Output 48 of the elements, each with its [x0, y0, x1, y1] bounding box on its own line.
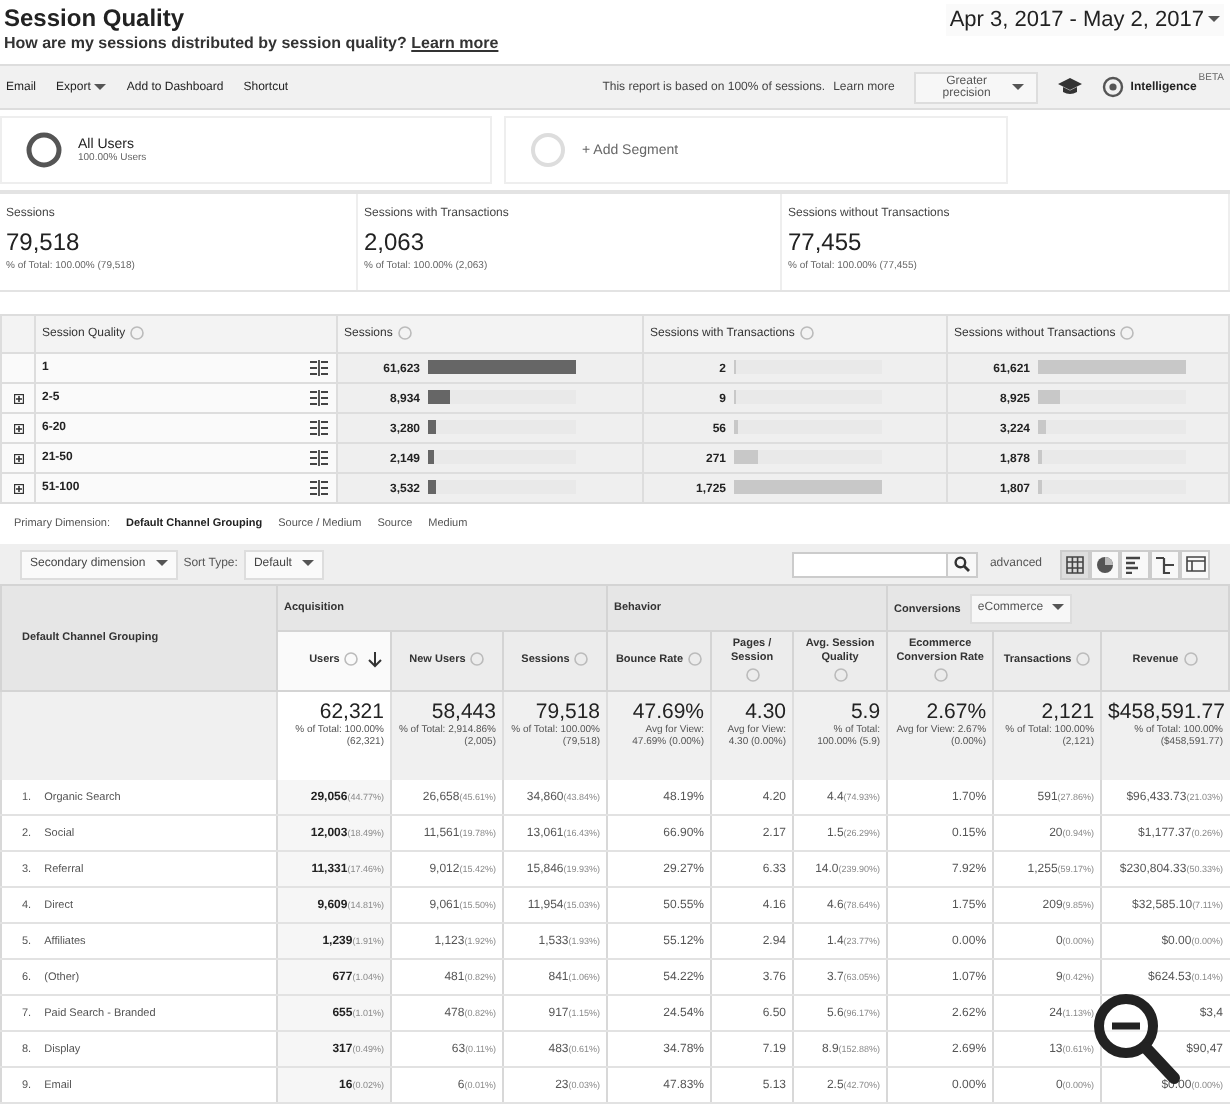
expand-icon[interactable]: [14, 394, 24, 404]
rows-icon[interactable]: [310, 390, 328, 406]
search-icon: [953, 556, 970, 572]
date-range-picker[interactable]: Apr 3, 2017 - May 2, 2017: [945, 4, 1224, 36]
learn-more-link[interactable]: Learn more: [411, 34, 499, 52]
total-value: 62,321: [317, 700, 384, 724]
pie-chart-icon: [1096, 555, 1114, 573]
bar-list-icon: [1126, 555, 1144, 573]
view-toggle[interactable]: [1150, 549, 1180, 579]
total-value: 5.9: [848, 700, 881, 724]
caret-icon: [1208, 16, 1220, 24]
search-field[interactable]: [791, 551, 948, 577]
metric-value: 77,455: [788, 228, 864, 256]
segment-ring-icon: [26, 132, 62, 168]
total-value: 2.67%: [924, 700, 987, 724]
segment-ring-icon: [530, 132, 566, 168]
view-toggle[interactable]: [1090, 549, 1120, 579]
caret-icon: [1012, 83, 1025, 91]
total-value: 2,121: [1039, 700, 1095, 724]
expand-icon[interactable]: [14, 424, 24, 434]
metric-value: 79,518: [6, 228, 82, 256]
page-subtitle: How are my sessions distributed by session quality?: [4, 34, 407, 52]
caret-icon: [1051, 604, 1064, 612]
graduation-cap-icon[interactable]: [1058, 78, 1083, 96]
total-value: 79,518: [533, 700, 601, 724]
metric-value: 2,063: [364, 228, 427, 256]
expand-icon[interactable]: [14, 454, 24, 464]
rows-icon[interactable]: [310, 480, 328, 496]
total-value: 58,443: [429, 700, 496, 724]
page-title: Session Quality: [4, 4, 187, 32]
beta-label: BETA: [1198, 72, 1224, 84]
pivot-icon: [1185, 556, 1205, 572]
rows-icon[interactable]: [310, 420, 328, 436]
total-value: 4.30: [743, 700, 787, 724]
grid-icon: [1066, 555, 1084, 573]
sort-arrow-icon[interactable]: [368, 652, 382, 668]
view-toggle[interactable]: [1060, 549, 1090, 579]
rows-icon[interactable]: [310, 360, 328, 376]
rows-icon[interactable]: [310, 450, 328, 466]
total-value: 47.69%: [630, 700, 705, 724]
expand-icon[interactable]: [14, 484, 24, 494]
view-toggle[interactable]: [1180, 549, 1210, 579]
caret-icon: [301, 560, 314, 568]
view-toggle[interactable]: [1120, 549, 1150, 579]
caret-icon: [155, 560, 168, 568]
intelligence-icon[interactable]: [1102, 76, 1125, 98]
comparison-icon: [1156, 555, 1174, 573]
total-value: $458,591.77: [1108, 700, 1223, 724]
